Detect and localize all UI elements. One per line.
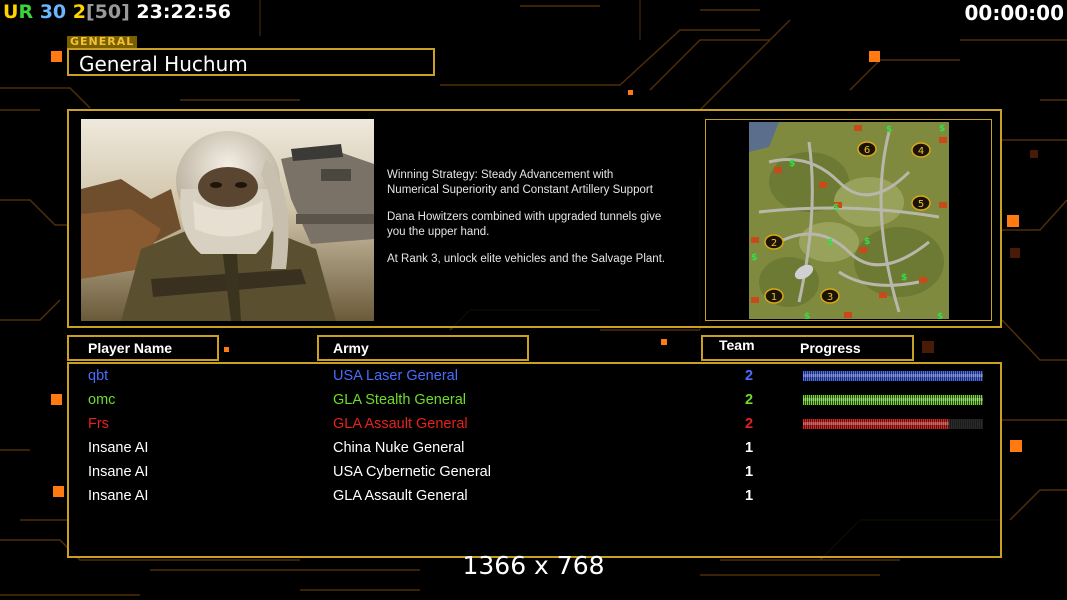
player-list-panel: qbt USA Laser General 2 omc GLA Stealth Gene… <box>67 362 1002 558</box>
player-army: GLA Stealth General <box>333 392 466 408</box>
player-army: GLA Assault General <box>333 416 468 432</box>
player-army: GLA Assault General <box>333 488 468 504</box>
player-row: Frs GLA Assault General 2 <box>69 414 1000 438</box>
start-position-marker: 3 <box>820 288 840 304</box>
hud-segment: R <box>18 1 34 23</box>
player-army: USA Cybernetic General <box>333 464 491 480</box>
svg-text:3: 3 <box>827 292 833 303</box>
supply-dollar-icon: $ <box>864 237 870 247</box>
player-row: Insane AI China Nuke General 1 <box>69 438 1000 462</box>
supply-dollar-icon: $ <box>789 159 795 169</box>
start-position-marker: 2 <box>764 234 784 250</box>
general-name: General Huchum <box>79 52 248 76</box>
player-name: Insane AI <box>88 440 149 456</box>
minimap-frame: $ $ $ $ $ $ $ $ $ $ 1 2 3 4 5 6 <box>705 119 992 321</box>
general-info-panel: Winning Strategy: Steady Advancement wit… <box>67 109 1002 328</box>
player-name: qbt <box>88 368 109 384</box>
game-timer: 00:00:00 <box>964 1 1065 25</box>
hud-segment: 30 <box>33 1 67 23</box>
player-team: 1 <box>745 440 754 456</box>
hud-player-stats: UR 30 2[50] 23:22:56 <box>3 1 231 23</box>
player-name: omc <box>88 392 116 408</box>
player-team: 2 <box>745 368 754 384</box>
loading-progress-bar <box>803 371 983 381</box>
player-row: qbt USA Laser General 2 <box>69 366 1000 390</box>
player-army: China Nuke General <box>333 440 465 456</box>
player-name: Insane AI <box>88 488 149 504</box>
svg-text:4: 4 <box>918 146 924 157</box>
column-header-team-progress: Team Progress <box>701 335 914 361</box>
supply-dollar-icon: $ <box>833 203 839 213</box>
player-army: USA Laser General <box>333 368 458 384</box>
strategy-paragraph: At Rank 3, unlock elite vehicles and the… <box>387 253 666 265</box>
player-name: Insane AI <box>88 464 149 480</box>
strategy-paragraph: Dana Howitzers combined with upgraded tu… <box>387 211 662 238</box>
player-name: Frs <box>88 416 109 432</box>
strategy-paragraph: Winning Strategy: Steady Advancement wit… <box>387 169 653 196</box>
player-row: Insane AI GLA Assault General 1 <box>69 486 1000 510</box>
loading-progress-bar <box>803 395 983 405</box>
svg-text:5: 5 <box>918 199 924 210</box>
svg-text:2: 2 <box>771 238 777 249</box>
column-header-player-name: Player Name <box>67 335 219 361</box>
general-tab-label: GENERAL <box>67 36 138 48</box>
supply-dollar-icon: $ <box>939 124 945 134</box>
supply-dollar-icon: $ <box>937 312 943 319</box>
player-team: 1 <box>745 488 754 504</box>
general-portrait-image <box>81 119 374 321</box>
svg-text:1: 1 <box>771 292 777 303</box>
start-position-marker: 4 <box>911 142 931 158</box>
player-team: 2 <box>745 416 754 432</box>
map-preview: $ $ $ $ $ $ $ $ $ $ 1 2 3 4 5 6 <box>749 122 949 319</box>
supply-dollar-icon: $ <box>751 253 757 263</box>
player-row: Insane AI USA Cybernetic General 1 <box>69 462 1000 486</box>
loading-progress-bar <box>803 419 983 429</box>
player-team: 1 <box>745 464 754 480</box>
start-position-marker: 6 <box>857 141 877 157</box>
start-position-marker: 5 <box>911 195 931 211</box>
general-name-box: General Huchum <box>67 48 435 76</box>
supply-dollar-icon: $ <box>886 125 892 135</box>
hud-segment: 23:22:56 <box>129 1 231 23</box>
svg-text:6: 6 <box>864 145 870 156</box>
supply-dollar-icon: $ <box>901 273 907 283</box>
column-header-label: Player Name <box>88 340 173 356</box>
resolution-label: 1366 x 768 <box>462 551 605 580</box>
start-position-marker: 1 <box>764 288 784 304</box>
hud-segment: U <box>3 1 19 23</box>
supply-dollar-icon: $ <box>827 238 833 248</box>
player-row: omc GLA Stealth General 2 <box>69 390 1000 414</box>
hud-segment: [50] <box>85 1 130 23</box>
column-header-label: Army <box>333 340 369 356</box>
column-header-army: Army <box>317 335 529 361</box>
column-header-label: Progress <box>800 340 861 356</box>
winning-strategy-text: Winning Strategy: Steady Advancement wit… <box>387 168 707 279</box>
player-team: 2 <box>745 392 754 408</box>
column-header-label: Team <box>719 337 755 353</box>
hud-segment: 2 <box>66 1 86 23</box>
supply-dollar-icon: $ <box>804 312 810 319</box>
